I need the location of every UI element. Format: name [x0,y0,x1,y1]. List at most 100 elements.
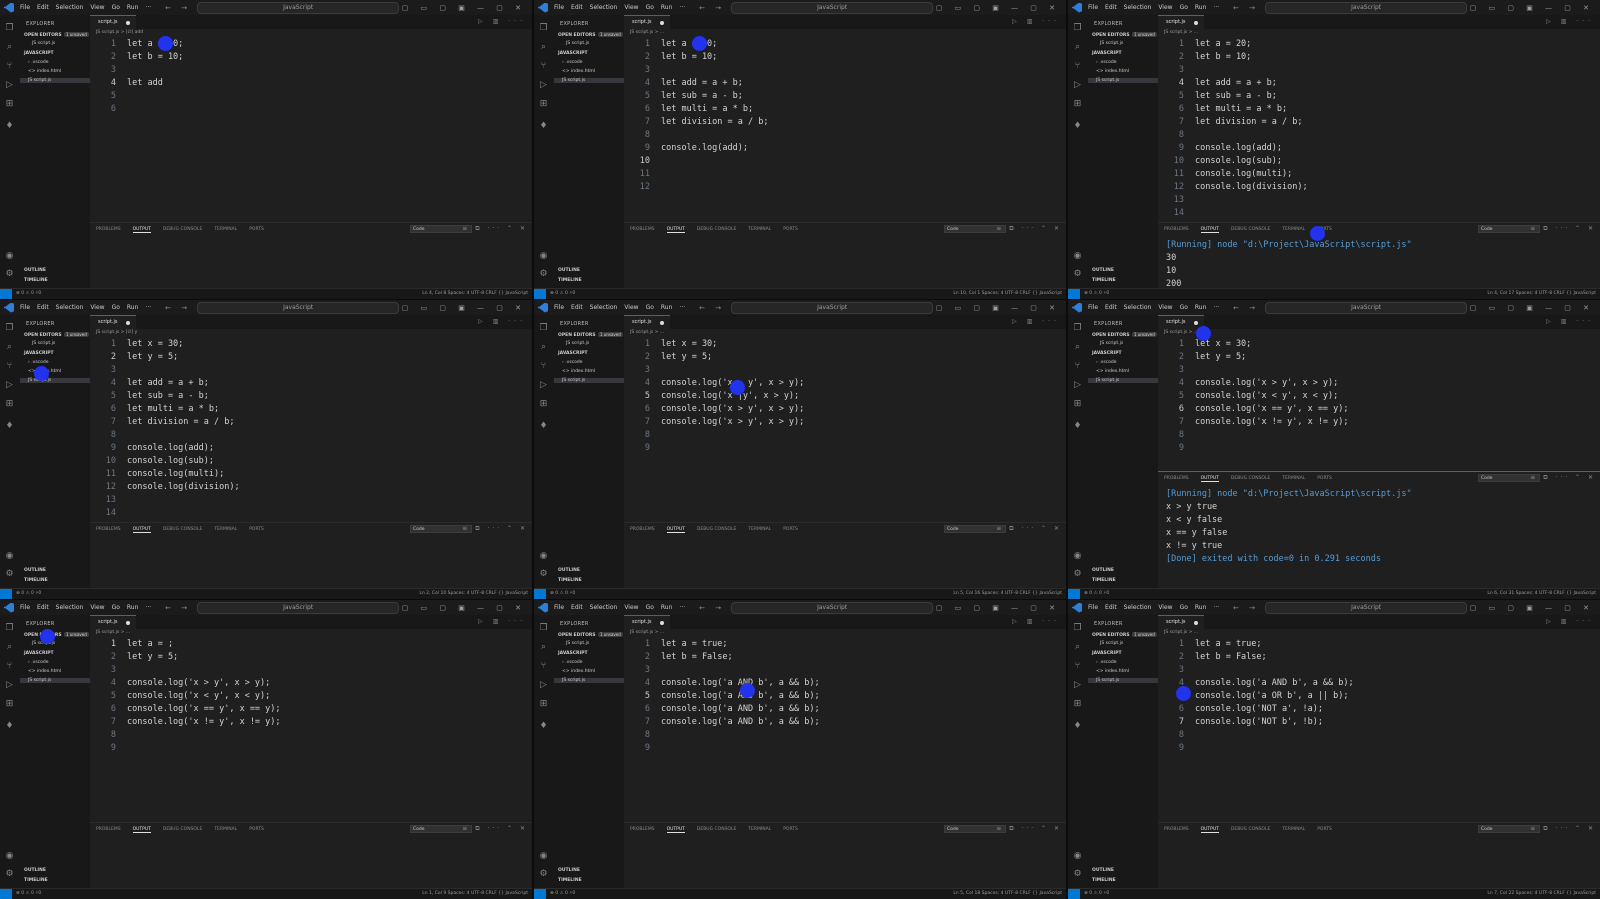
files-icon[interactable]: ❐ [1072,323,1083,334]
panel-actions[interactable]: ≡ ⧉ ··· ⌃ ✕ [1530,474,1596,482]
menu-item[interactable]: View [90,304,104,311]
files-icon[interactable]: ❐ [1072,23,1083,34]
window-controls[interactable]: ▢ ▭ ▢ ▣ — ▢ ✕ [402,4,532,12]
panel-actions[interactable]: ≡ ⧉ ··· ⌃ ✕ [1530,825,1596,833]
panel-tab[interactable]: PROBLEMS [630,827,655,833]
command-center-search[interactable]: JavaScript [731,301,934,314]
tab-script-js[interactable]: script.js [1158,615,1204,629]
nav-arrows-icon[interactable]: ← → [165,4,191,12]
file-tree-item[interactable]: › .vscode [1096,660,1117,665]
folder-javascript[interactable]: JAVASCRIPT [24,51,54,56]
command-center-search[interactable]: JavaScript [1265,601,1468,614]
outline-section[interactable]: OUTLINE [24,568,46,573]
files-icon[interactable]: ❐ [4,323,15,334]
code-line[interactable]: console.log(sub); [127,456,214,466]
menu-item[interactable]: File [20,604,30,611]
command-center-search[interactable]: JavaScript [731,1,934,14]
editor-settings-status[interactable]: Spaces: 4 UTF-8 CRLF {} JavaScript [982,591,1062,596]
cursor-position[interactable]: Ln 4, Col 17 [1487,291,1514,296]
editor-actions[interactable]: ▷ ▥ ··· [478,18,526,25]
panel-tab[interactable]: OUTPUT [132,827,151,833]
panel-tab[interactable]: TERMINAL [748,527,771,533]
code-line[interactable]: let add = a + b; [661,78,743,88]
window-controls[interactable]: ▢ ▭ ▢ ▣ — ▢ ✕ [1470,4,1600,12]
gear-icon[interactable]: ⚙ [4,569,15,580]
editor-settings-status[interactable]: Spaces: 4 UTF-8 CRLF {} JavaScript [1516,591,1596,596]
open-editors-section[interactable]: OPEN EDITORS [1092,633,1130,638]
menu-item[interactable]: Selection [56,4,84,11]
cursor-position[interactable]: Ln 7, Col 22 [1487,891,1514,896]
outline-section[interactable]: OUTLINE [558,568,580,573]
code-line[interactable]: console.log(multi); [127,469,224,479]
code-line[interactable]: console.log('x > y', x > y); [1195,378,1338,388]
remote-indicator[interactable] [1068,289,1080,299]
remote-indicator[interactable] [1068,589,1080,599]
cursor-position[interactable]: Ln 5, Col 18 [953,891,980,896]
code-editor[interactable]: 1 let a = 20; 2 let b = 10; 3 4 let add = a + … [1158,35,1600,218]
menu-item[interactable]: Selection [590,4,618,11]
source-control-icon[interactable]: ⑂ [1072,661,1083,672]
editor-settings-status[interactable]: Spaces: 4 UTF-8 CRLF {} JavaScript [1516,891,1596,896]
code-line[interactable]: let sub = a - b; [127,391,209,401]
window-controls[interactable]: ▢ ▭ ▢ ▣ — ▢ ✕ [402,604,532,612]
menu-item[interactable]: Selection [1124,604,1152,611]
file-tree-item[interactable]: JS script.js [1088,378,1158,383]
code-line[interactable]: let division = a / b; [1195,117,1302,127]
code-line[interactable]: console.log(division); [1195,182,1308,192]
code-line[interactable]: let add = a + b; [127,378,209,388]
panel-tab[interactable]: DEBUG CONSOLE [163,227,202,233]
code-line[interactable]: console.log('x != y', x != y); [1195,417,1349,427]
code-line[interactable]: let sub = a - b; [1195,91,1277,101]
menu-item[interactable]: Go [646,604,654,611]
source-control-icon[interactable]: ⑂ [4,61,15,72]
panel-tab[interactable]: OUTPUT [666,827,685,833]
menu-item[interactable]: Edit [571,304,583,311]
panel-tab[interactable]: PROBLEMS [1164,827,1189,833]
remote-indicator[interactable] [0,589,12,599]
editor-actions[interactable]: ▷ ▥ ··· [1012,18,1060,25]
menu-item[interactable]: Run [127,604,139,611]
code-line[interactable]: let multi = a * b; [127,404,219,414]
menu-item[interactable]: Edit [571,604,583,611]
menu-item[interactable]: Run [127,304,139,311]
cursor-position[interactable]: Ln 10, Col 1 [953,291,980,296]
editor-actions[interactable]: ▷ ▥ ··· [1546,18,1594,25]
command-center-search[interactable]: JavaScript [197,301,400,314]
extensions-icon[interactable]: ⊞ [4,99,15,110]
panel-tab[interactable]: PROBLEMS [630,227,655,233]
code-line[interactable]: console.log('x == y', x == y); [1195,404,1349,414]
menu-item[interactable]: View [90,4,104,11]
editor-actions[interactable]: ▷ ▥ ··· [478,618,526,625]
menu-item[interactable]: Go [112,4,120,11]
code-line[interactable]: let y = 5; [127,652,178,662]
code-line[interactable]: console.log('x == y', x == y); [127,704,281,714]
files-icon[interactable]: ❐ [4,23,15,34]
search-icon[interactable]: ⌕ [538,42,549,53]
code-line[interactable]: let x = 30; [127,339,183,349]
file-tree-item[interactable]: JS script.js [554,378,624,383]
tab-script-js[interactable]: script.js [1158,315,1204,329]
code-line[interactable]: let add [127,78,163,88]
code-line[interactable]: let a = 20; [1195,39,1251,49]
menu-item[interactable]: Selection [56,604,84,611]
menu-item[interactable]: View [624,4,638,11]
panel-tab[interactable]: DEBUG CONSOLE [1231,827,1270,833]
gear-icon[interactable]: ⚙ [1072,869,1083,880]
menu-item[interactable]: ··· [679,604,685,611]
open-editors-section[interactable]: OPEN EDITORS [558,33,596,38]
panel-tab[interactable]: PORTS [249,827,264,833]
timeline-section[interactable]: TIMELINE [24,878,48,883]
source-control-icon[interactable]: ⑂ [538,361,549,372]
leaf-icon[interactable]: ♦ [1072,121,1083,132]
code-line[interactable]: console.log('NOT a', !a); [1195,704,1323,714]
menu-item[interactable]: Edit [37,604,49,611]
panel-tab[interactable]: OUTPUT [1200,476,1219,482]
window-controls[interactable]: ▢ ▭ ▢ ▣ — ▢ ✕ [402,304,532,312]
panel-tab[interactable]: TERMINAL [1282,827,1305,833]
tab-script-js[interactable]: script.js [90,15,136,29]
code-line[interactable]: let b = False; [661,652,733,662]
menu-item[interactable]: Run [1195,4,1207,11]
panel-tab[interactable]: DEBUG CONSOLE [697,227,736,233]
gear-icon[interactable]: ⚙ [538,869,549,880]
file-tree-item[interactable]: <> index.html [1096,669,1129,674]
